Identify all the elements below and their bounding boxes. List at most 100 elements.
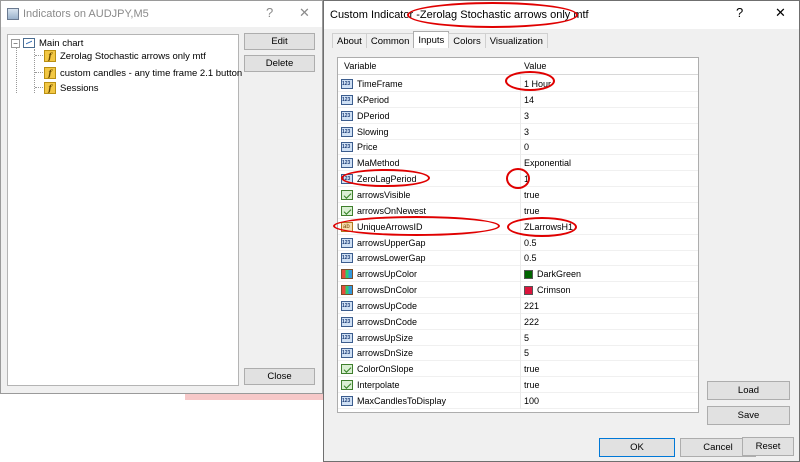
value-cell[interactable]: 0.5 — [520, 250, 698, 267]
column-header-value[interactable]: Value — [524, 61, 546, 71]
value-cell[interactable]: true — [520, 361, 698, 378]
grid-row[interactable]: KPeriod 14 — [338, 91, 698, 108]
tree-item-label: Sessions — [60, 82, 99, 94]
num-icon — [341, 253, 353, 264]
grid-row[interactable]: UniqueArrowsID ZLarrowsH1 — [338, 218, 698, 235]
value-cell[interactable]: 221 — [520, 297, 698, 314]
tab-about[interactable]: About — [332, 33, 367, 48]
indicator-icon: f — [44, 82, 56, 94]
collapse-icon[interactable]: − — [11, 38, 20, 48]
indicator-icon: f — [44, 67, 56, 79]
tab-visualization[interactable]: Visualization — [484, 33, 548, 48]
load-button[interactable]: Load — [707, 381, 790, 400]
num-icon — [341, 332, 353, 343]
dialog-tabs: About Common Inputs Colors Visualization — [332, 31, 548, 49]
save-button[interactable]: Save — [707, 406, 790, 425]
tab-colors[interactable]: Colors — [448, 33, 486, 48]
value-cell[interactable]: 100 — [520, 393, 698, 409]
color-swatch — [524, 269, 533, 279]
grid-row[interactable]: arrowsUpColor DarkGreen — [338, 266, 698, 283]
value-cell[interactable]: Exponential — [520, 155, 698, 172]
inputs-grid[interactable]: Variable Value TimeFrame 1 Hour KPeriod 14 D… — [337, 57, 699, 413]
grid-row[interactable]: arrowsUpSize 5 — [338, 329, 698, 346]
tab-inputs[interactable]: Inputs — [413, 31, 450, 48]
value-cell[interactable]: true — [520, 186, 698, 203]
reset-button[interactable]: Reset — [742, 437, 794, 456]
value-cell[interactable]: ZLarrowsH1 — [520, 218, 698, 235]
grid-row[interactable]: MaMethod Exponential — [338, 155, 698, 172]
close-button[interactable]: Close — [244, 368, 315, 385]
grid-row[interactable]: arrowsDnSize 5 — [338, 345, 698, 362]
value-cell[interactable]: 5 — [520, 345, 698, 362]
help-icon[interactable]: ? — [736, 5, 743, 20]
variable-cell: Interpolate — [341, 377, 518, 393]
grid-row[interactable]: Interpolate true — [338, 377, 698, 394]
value-cell[interactable]: true — [520, 202, 698, 219]
grid-row[interactable]: arrowsUpCode 221 — [338, 297, 698, 314]
column-header-variable[interactable]: Variable — [344, 61, 376, 71]
grid-row[interactable]: arrowsUpperGap 0.5 — [338, 234, 698, 251]
grid-row[interactable]: DPeriod 3 — [338, 107, 698, 124]
grid-row[interactable]: arrowsDnCode 222 — [338, 313, 698, 330]
value-cell[interactable]: 3 — [520, 107, 698, 124]
value-cell[interactable]: 222 — [520, 313, 698, 330]
tree-item-indicator[interactable]: f custom candles - any time frame 2.1 bu… — [44, 66, 242, 80]
value-cell[interactable]: true — [520, 377, 698, 394]
grid-row[interactable]: TimeFrame 1 Hour — [338, 76, 698, 92]
tree-item-main-chart[interactable]: − Main chart — [11, 36, 83, 50]
grid-row[interactable]: ZeroLagPeriod 1 — [338, 171, 698, 188]
tree-connector — [35, 55, 43, 56]
tab-common[interactable]: Common — [365, 33, 415, 48]
variable-label: MaMethod — [357, 158, 400, 169]
variable-cell: arrowsDnCode — [341, 314, 518, 330]
value-text: 5 — [524, 332, 530, 343]
value-cell[interactable]: 1 — [520, 171, 698, 188]
value-cell[interactable]: 5 — [520, 329, 698, 346]
custom-indicator-dialog: Custom Indicator - Zerolag Stochastic ar… — [323, 0, 800, 462]
grid-row[interactable]: Price 0 — [338, 139, 698, 156]
indicator-tree[interactable]: − Main chart f Zerolag Stochastic arrows… — [7, 34, 242, 386]
value-cell[interactable]: Crimson — [520, 282, 698, 299]
value-cell[interactable]: 14 — [520, 91, 698, 108]
grid-row[interactable]: arrowsLowerGap 0.5 — [338, 250, 698, 267]
indicators-titlebar: Indicators on AUDJPY,M5 ? ✕ — [1, 1, 322, 27]
variable-label: arrowsLowerGap — [357, 253, 426, 264]
grid-row[interactable]: ColorOnSlope true — [338, 361, 698, 378]
value-cell[interactable]: 0 — [520, 139, 698, 156]
value-cell[interactable]: 3 — [520, 123, 698, 140]
variable-label: Slowing — [357, 126, 389, 137]
tree-item-label: custom candles - any time frame 2.1 butt… — [60, 67, 243, 79]
close-icon[interactable]: ✕ — [775, 5, 786, 21]
dialog-titlebar: Custom Indicator - Zerolag Stochastic ar… — [324, 1, 799, 29]
variable-cell: DPeriod — [341, 108, 518, 124]
bool-icon — [341, 189, 353, 200]
value-text: 222 — [524, 316, 540, 327]
value-text: true — [524, 364, 540, 375]
grid-row[interactable]: arrowsDnColor Crimson — [338, 282, 698, 299]
tree-connector — [35, 72, 43, 73]
value-text: 0.5 — [524, 237, 537, 248]
bool-icon — [341, 205, 353, 216]
value-cell[interactable]: 0.5 — [520, 234, 698, 251]
value-cell[interactable]: 1 Hour — [520, 76, 698, 92]
tree-item-indicator[interactable]: f Zerolag Stochastic arrows only mtf — [44, 49, 206, 63]
value-text: true — [524, 380, 540, 391]
value-text: 1 Hour — [524, 79, 552, 89]
close-icon[interactable]: ✕ — [299, 5, 310, 21]
tree-connector — [35, 87, 43, 88]
ok-button[interactable]: OK — [599, 438, 675, 457]
variable-label: TimeFrame — [357, 79, 403, 89]
help-icon[interactable]: ? — [266, 5, 273, 20]
grid-row[interactable]: arrowsVisible true — [338, 186, 698, 203]
edit-button[interactable]: Edit — [244, 33, 315, 50]
grid-row[interactable]: MaxCandlesToDisplay 100 — [338, 393, 698, 409]
value-cell[interactable]: DarkGreen — [520, 266, 698, 283]
num-icon — [341, 316, 353, 327]
variable-cell: Price — [341, 139, 518, 155]
delete-button[interactable]: Delete — [244, 55, 315, 72]
grid-row[interactable]: arrowsOnNewest true — [338, 202, 698, 219]
variable-cell: arrowsLowerGap — [341, 250, 518, 266]
grid-row[interactable]: Slowing 3 — [338, 123, 698, 140]
variable-label: ColorOnSlope — [357, 364, 414, 375]
tree-item-indicator[interactable]: f Sessions — [44, 81, 99, 95]
